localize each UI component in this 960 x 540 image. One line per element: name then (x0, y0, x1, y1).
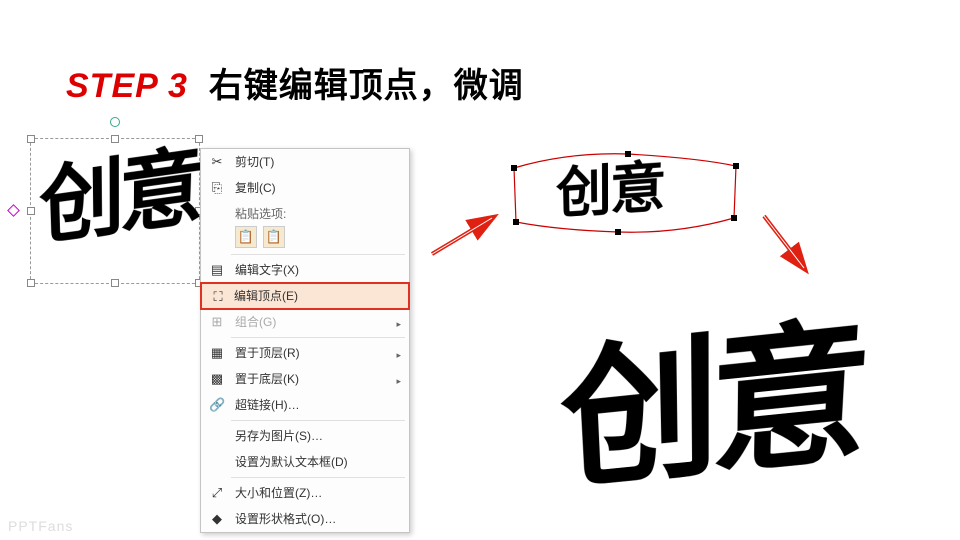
menu-separator (231, 337, 405, 338)
menu-set-default-textbox[interactable]: 设置为默认文本框(D) (201, 449, 409, 475)
bring-front-icon: ▦ (209, 344, 225, 360)
scissors-icon: ✂ (209, 153, 225, 169)
menu-copy[interactable]: ⎘复制(C) (201, 175, 409, 201)
title-rest: 右键编辑顶点，微调 (209, 67, 524, 105)
paste-options: 📋 📋 (201, 224, 409, 252)
edit-text-icon: ▤ (209, 261, 225, 277)
wordart-selected-shape[interactable]: 创意 (30, 138, 200, 284)
menu-separator (231, 477, 405, 478)
paste-option-1-icon[interactable]: 📋 (235, 226, 257, 248)
menu-edit-text[interactable]: ▤编辑文字(X) (201, 257, 409, 283)
chevron-right-icon: ▸ (396, 372, 401, 390)
wordart-text: 创意 (37, 114, 202, 260)
resize-handle[interactable] (111, 279, 119, 287)
menu-send-back[interactable]: ▩置于底层(K)▸ (201, 366, 409, 392)
send-back-icon: ▩ (209, 370, 225, 386)
context-menu: ✂剪切(T) ⎘复制(C) 粘贴选项: 📋 📋 ▤编辑文字(X) ⛶编辑顶点(E… (200, 148, 410, 533)
link-icon: 🔗 (209, 396, 225, 412)
size-icon: ⤢ (209, 484, 225, 500)
paste-option-2-icon[interactable]: 📋 (263, 226, 285, 248)
edit-points-preview: 创意 (508, 148, 742, 244)
chevron-right-icon: ▸ (396, 315, 401, 333)
group-icon: ⊞ (209, 313, 225, 329)
page-title: STEP 3 右键编辑顶点，微调 (66, 58, 524, 107)
menu-separator (231, 254, 405, 255)
resize-handle[interactable] (27, 279, 35, 287)
menu-format-shape[interactable]: ◆设置形状格式(O)… (201, 506, 409, 532)
format-icon: ◆ (209, 510, 225, 526)
menu-bring-front[interactable]: ▦置于顶层(R)▸ (201, 340, 409, 366)
paste-options-label: 粘贴选项: (201, 201, 409, 224)
resize-handle[interactable] (27, 207, 35, 215)
copy-icon: ⎘ (209, 179, 225, 195)
resize-handle[interactable] (27, 135, 35, 143)
adjust-handle[interactable] (7, 204, 20, 217)
arrow-icon (428, 210, 504, 260)
menu-save-as-picture[interactable]: 另存为图片(S)… (201, 423, 409, 449)
edit-points-icon: ⛶ (210, 288, 226, 304)
step-label: STEP 3 (66, 67, 188, 105)
edit-points-text: 创意 (555, 142, 665, 229)
menu-group: ⊞组合(G)▸ (201, 309, 409, 335)
menu-hyperlink[interactable]: 🔗超链接(H)… (201, 392, 409, 418)
menu-separator (231, 420, 405, 421)
menu-cut[interactable]: ✂剪切(T) (201, 149, 409, 175)
menu-edit-points[interactable]: ⛶编辑顶点(E) (200, 282, 410, 310)
watermark: PPTFans (8, 518, 73, 534)
final-wordart: 创意 (554, 261, 869, 517)
menu-size-position[interactable]: ⤢大小和位置(Z)… (201, 480, 409, 506)
chevron-right-icon: ▸ (396, 346, 401, 364)
